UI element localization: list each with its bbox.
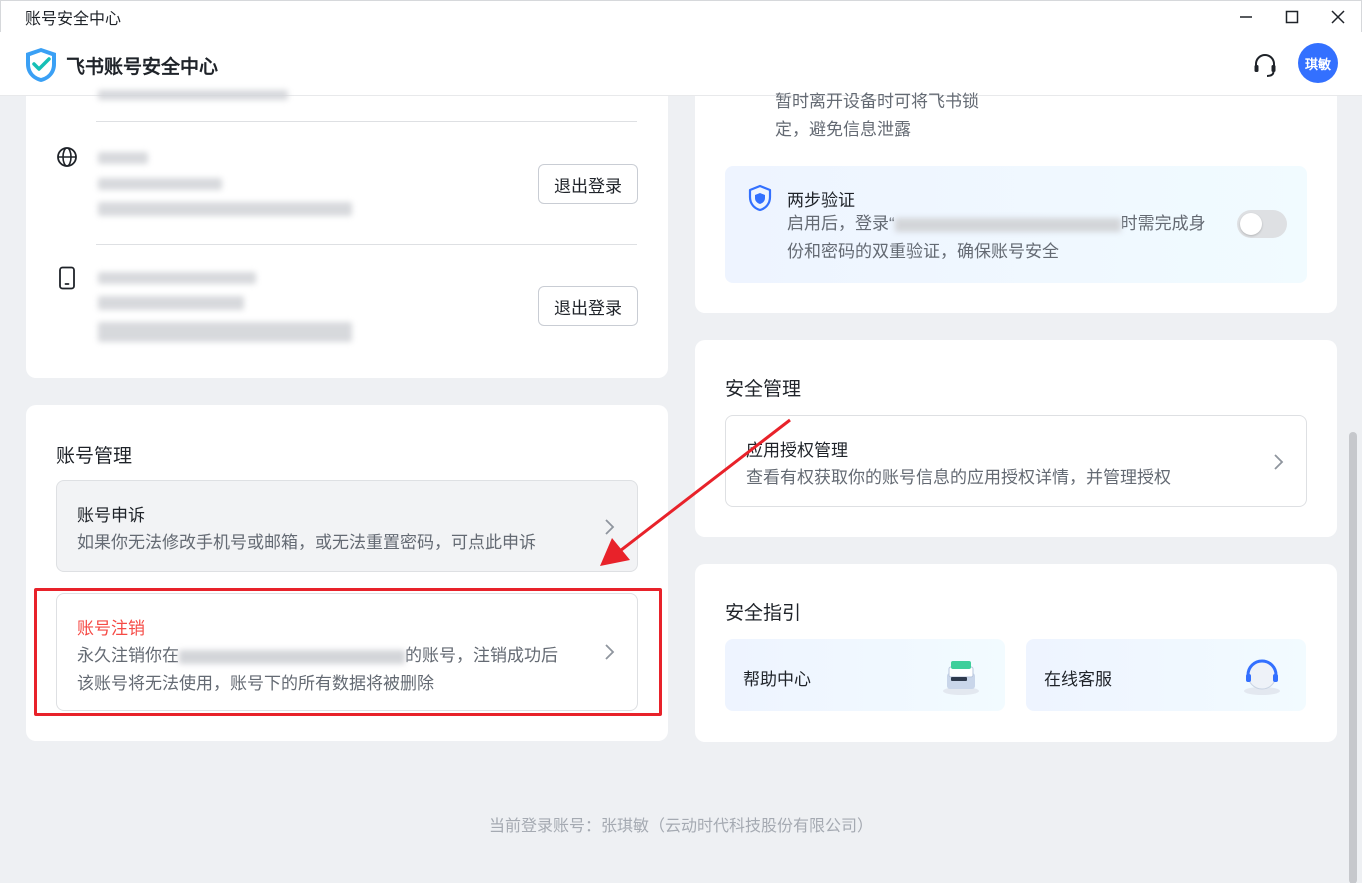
window-title: 账号安全中心 — [1, 5, 121, 29]
scrollbar-thumb[interactable] — [1349, 432, 1357, 883]
two-step-description: 启用后，登录“ 时需完成身 份和密码的双重验证，确保账号安全 — [787, 210, 1217, 266]
current-account-footer: 当前登录账号：张琪敏（云动时代科技股份有限公司） — [0, 812, 1362, 836]
divider — [96, 244, 637, 245]
item-description: 如果你无法修改手机号或邮箱，或无法重置密码，可点此申诉 — [77, 529, 536, 557]
redacted-device-detail — [98, 296, 244, 310]
redacted-device-detail — [98, 322, 352, 342]
redacted-tenant-name — [895, 218, 1121, 232]
help-center-tile[interactable]: 帮助中心 — [725, 639, 1005, 711]
chevron-right-icon — [1272, 452, 1284, 472]
account-appeal-item[interactable]: 账号申诉 如果你无法修改手机号或邮箱，或无法重置密码，可点此申诉 — [56, 480, 638, 572]
annotation-highlight-box — [34, 588, 662, 716]
toggle-knob — [1240, 213, 1262, 235]
close-icon[interactable] — [1315, 1, 1361, 33]
support-headset-icon — [1240, 653, 1284, 697]
item-title: 账号申诉 — [77, 501, 145, 526]
divider — [96, 121, 637, 122]
redacted-device-name — [98, 152, 148, 164]
tile-label: 帮助中心 — [743, 665, 811, 690]
user-avatar[interactable]: 琪敏 — [1298, 43, 1338, 83]
globe-icon — [56, 146, 78, 168]
logout-button[interactable]: 退出登录 — [538, 164, 638, 204]
app-brand-title: 飞书账号安全中心 — [66, 52, 218, 79]
minimize-icon[interactable] — [1223, 1, 1269, 33]
window-controls — [1223, 1, 1361, 33]
desc-line2: 份和密码的双重验证，确保账号安全 — [787, 242, 1059, 261]
security-guide-card: 安全指引 帮助中心 在线客服 — [695, 564, 1337, 742]
device-list-card: 退出登录 退出登录 — [26, 96, 668, 378]
redacted-device-detail — [98, 202, 352, 216]
redacted-device-name — [98, 272, 256, 284]
maximize-icon[interactable] — [1269, 1, 1315, 33]
section-title: 安全指引 — [725, 598, 801, 625]
redacted-text — [98, 90, 288, 100]
app-authorization-item[interactable]: 应用授权管理 查看有权获取你的账号信息的应用授权详情，并管理授权 — [725, 415, 1307, 507]
section-title: 安全管理 — [725, 374, 801, 401]
app-header: 飞书账号安全中心 琪敏 — [0, 32, 1362, 96]
two-step-title: 两步验证 — [787, 186, 855, 211]
headset-support-icon[interactable] — [1252, 52, 1278, 78]
lock-description: 暂时离开设备时可将飞书锁 定，避免信息泄露 — [775, 88, 979, 144]
tile-label: 在线客服 — [1044, 665, 1112, 690]
help-book-icon — [939, 653, 983, 697]
desc-prefix: 启用后，登录“ — [787, 214, 895, 233]
redacted-device-detail — [98, 178, 222, 190]
online-service-tile[interactable]: 在线客服 — [1026, 639, 1306, 711]
security-settings-card: 暂时离开设备时可将飞书锁 定，避免信息泄露 两步验证 启用后，登录“时需完成身 … — [695, 96, 1337, 313]
section-title: 账号管理 — [56, 441, 132, 468]
lock-desc-line1: 暂时离开设备时可将飞书锁 — [775, 92, 979, 111]
lock-desc-line2: 定，避免信息泄露 — [775, 120, 911, 139]
annotation-arrow — [590, 410, 800, 575]
shield-check-icon — [747, 184, 773, 212]
phone-icon — [57, 266, 77, 290]
two-step-panel: 两步验证 启用后，登录“ 时需完成身 份和密码的双重验证，确保账号安全 — [725, 166, 1307, 283]
shield-logo-icon — [24, 47, 58, 83]
window-titlebar: 账号安全中心 — [0, 0, 1362, 32]
two-step-toggle[interactable] — [1237, 210, 1287, 238]
logout-button[interactable]: 退出登录 — [538, 286, 638, 326]
desc-suffix: 时需完成身 — [1121, 214, 1206, 233]
item-description: 查看有权获取你的账号信息的应用授权详情，并管理授权 — [746, 464, 1171, 492]
